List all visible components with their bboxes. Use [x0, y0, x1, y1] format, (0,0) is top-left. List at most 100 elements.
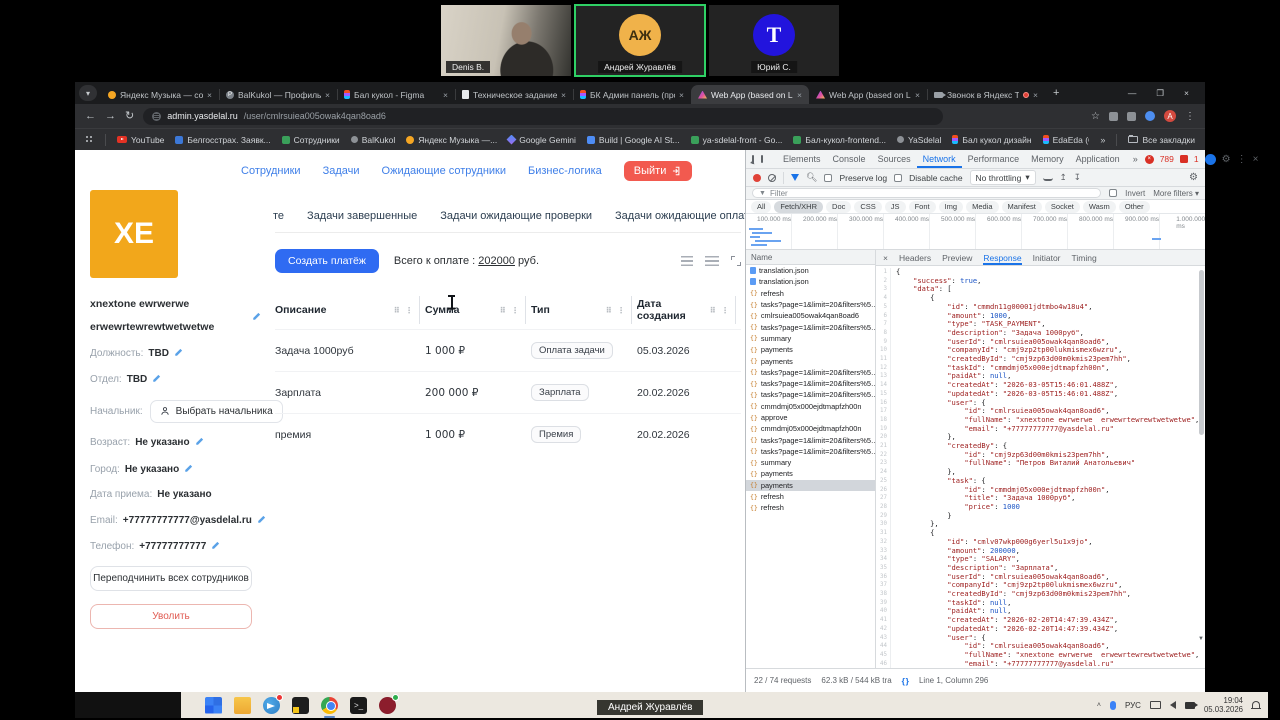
devtools-tab-console[interactable]: Console — [827, 150, 872, 168]
details-tab-preview[interactable]: Preview — [942, 253, 972, 263]
request-list-name-header[interactable]: Name — [746, 250, 875, 265]
table-row[interactable]: премия 1 000 ₽ Премия 20.02.2026 — [275, 413, 741, 455]
participant-tile[interactable]: АЖ Андрей Журавлёв — [574, 4, 706, 77]
tab-close-icon[interactable]: × — [679, 90, 684, 100]
logout-button[interactable]: Выйти — [623, 161, 693, 181]
telegram-icon[interactable] — [263, 693, 283, 714]
details-tab-initiator[interactable]: Initiator — [1033, 253, 1061, 263]
browser-tab[interactable]: Web App (based on LiteF × — [691, 85, 809, 104]
column-menu-icon[interactable]: ⋮ — [617, 306, 625, 315]
devtools-tab-network[interactable]: Network — [917, 150, 962, 168]
network-request-row[interactable]: {} cmmdmj05x000ejdtmapfzh00n — [746, 423, 875, 434]
devtools-sync-icon[interactable] — [1204, 153, 1216, 165]
volume-icon[interactable] — [1169, 701, 1176, 709]
filter-chip[interactable]: Img — [938, 200, 964, 213]
column-header[interactable]: Дата создания ⠿ ⋮ — [637, 291, 741, 329]
subtab-item[interactable]: Задачи завершенные — [307, 210, 417, 222]
more-filters-dropdown[interactable]: More filters ▾ — [1153, 189, 1199, 198]
devtools-more-tabs-icon[interactable]: » — [1133, 154, 1138, 164]
devtools-tab-sources[interactable]: Sources — [872, 150, 917, 168]
tray-expand-icon[interactable]: ˄ — [1097, 702, 1101, 709]
details-tab-response[interactable]: Response — [983, 250, 1021, 265]
nav-item[interactable]: Задачи — [323, 165, 360, 177]
network-request-row[interactable]: translation.json — [746, 265, 875, 276]
subtab-item[interactable]: Задачи ожидающие проверки — [440, 210, 592, 222]
drag-handle-icon[interactable]: ⠿ — [606, 306, 612, 315]
camera-icon[interactable] — [1184, 701, 1198, 709]
filter-chip[interactable]: Doc — [826, 200, 852, 213]
network-request-row[interactable]: {} summary — [746, 333, 875, 344]
security-app-icon[interactable] — [379, 693, 399, 714]
filter-chip[interactable]: Media — [966, 200, 999, 213]
reload-icon[interactable]: ↻ — [125, 110, 134, 122]
back-icon[interactable]: ← — [85, 110, 96, 122]
filter-chip[interactable]: CSS — [854, 200, 882, 213]
import-har-icon[interactable]: ↥ — [1060, 172, 1067, 183]
network-timeline[interactable]: 100.000 ms 200.000 ms 300.000 ms 400.000 ms… — [746, 214, 1205, 250]
bookmark-item[interactable]: Бал кукол дизайн — [952, 135, 1032, 145]
nav-item[interactable]: Сотрудники — [241, 165, 301, 177]
browser-profile-avatar[interactable]: А — [1164, 110, 1176, 122]
restore-icon[interactable]: ❐ — [1156, 88, 1164, 99]
terminal-icon[interactable]: >_ — [350, 696, 367, 714]
network-request-row[interactable]: {} tasks?page=1&limit=20&filters%5… — [746, 378, 875, 389]
reassign-employees-button[interactable]: Переподчинить всех сотрудников — [90, 566, 252, 591]
network-request-row[interactable]: {} cmlrsuiea005owak4qan8oad6 — [746, 310, 875, 321]
taskbar-widgets-area[interactable] — [75, 692, 181, 718]
network-conditions-icon[interactable] — [1042, 174, 1053, 181]
disable-cache-checkbox[interactable] — [894, 173, 903, 182]
error-count[interactable]: 789 — [1160, 154, 1174, 164]
apps-grid-icon[interactable] — [85, 135, 94, 144]
extension-icon[interactable] — [1109, 111, 1118, 121]
bookmark-item[interactable]: Сотрудники — [281, 135, 340, 145]
tab-close-icon[interactable]: × — [915, 90, 920, 100]
edit-field-icon[interactable] — [211, 540, 221, 553]
create-payment-button[interactable]: Создать платёж — [275, 249, 379, 273]
browser-tab[interactable]: Техническое задание: А× — [455, 85, 573, 104]
minimize-icon[interactable]: — — [1128, 88, 1137, 98]
network-request-row[interactable]: {} tasks?page=1&limit=20&filters%5… — [746, 446, 875, 457]
network-request-row[interactable]: {} refresh — [746, 502, 875, 513]
network-request-row[interactable]: {} tasks?page=1&limit=20&filters%5… — [746, 389, 875, 400]
response-body[interactable]: 1{2 "success": true, 3 "data": [4 {5 "id"… — [876, 266, 1205, 668]
tab-close-icon[interactable]: × — [325, 90, 330, 100]
devtools-tab-performance[interactable]: Performance — [962, 150, 1026, 168]
filter-icon[interactable] — [791, 174, 799, 181]
clear-network-icon[interactable] — [768, 173, 776, 182]
tab-close-icon[interactable]: × — [797, 90, 802, 100]
export-har-icon[interactable]: ↧ — [1074, 172, 1081, 183]
edit-name-icon[interactable] — [252, 311, 262, 324]
nav-item[interactable]: Бизнес-логика — [528, 165, 602, 177]
bookmark-item[interactable]: YouTube — [117, 135, 164, 145]
column-header[interactable]: Тип ⠿ ⋮ — [531, 291, 637, 329]
tab-close-icon[interactable]: × — [443, 90, 448, 100]
devtools-tab-application[interactable]: Application — [1070, 150, 1126, 168]
network-request-row[interactable]: {} tasks?page=1&limit=20&filters%5… — [746, 299, 875, 310]
browser-tab[interactable]: Бал кукол - Figma × — [337, 85, 455, 104]
column-menu-icon[interactable]: ⋮ — [511, 306, 519, 315]
nav-item[interactable]: Ожидающие сотрудники — [382, 165, 506, 177]
network-request-row[interactable]: translation.json — [746, 276, 875, 287]
network-request-row[interactable]: {} payments — [746, 355, 875, 366]
table-view-icon[interactable] — [681, 256, 693, 266]
network-request-row[interactable]: {} tasks?page=1&limit=20&filters%5… — [746, 367, 875, 378]
new-tab-button[interactable]: + — [1053, 87, 1059, 99]
participant-tile[interactable]: T Юрий С. — [709, 5, 839, 76]
bookmark-item[interactable]: BalKukol — [350, 135, 395, 145]
network-settings-icon[interactable]: ⚙ — [1189, 172, 1198, 183]
response-scrollbar[interactable] — [1199, 270, 1204, 435]
start-button[interactable] — [205, 696, 222, 714]
scroll-down-icon[interactable]: ▼ — [1198, 636, 1204, 642]
bookmark-item[interactable]: YaSdelal — [897, 135, 941, 145]
network-request-row[interactable]: {} refresh — [746, 288, 875, 299]
filter-chip[interactable]: Other — [1118, 200, 1150, 213]
tab-close-icon[interactable]: × — [1033, 90, 1038, 100]
forward-icon[interactable]: → — [105, 110, 116, 122]
drag-handle-icon[interactable]: ⠿ — [394, 306, 400, 315]
browser-tab[interactable]: Web App (based on LiteF × — [809, 85, 927, 104]
column-menu-icon[interactable]: ⋮ — [721, 306, 729, 315]
bookmarks-overflow-icon[interactable]: » — [1100, 135, 1105, 145]
tab-close-icon[interactable]: × — [561, 90, 566, 100]
bookmark-item[interactable]: Белгосстрах. Заявк... — [175, 135, 271, 145]
list-view-icon[interactable] — [705, 256, 719, 266]
